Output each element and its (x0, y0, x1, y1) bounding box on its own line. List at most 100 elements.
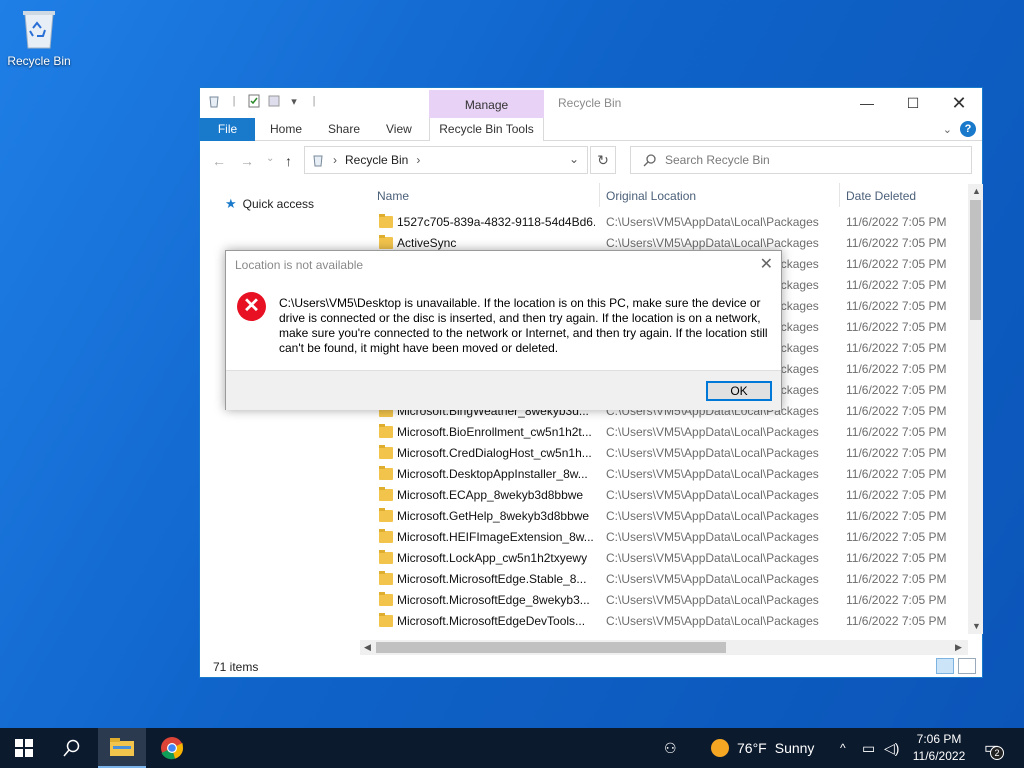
ribbon-right: ⌄ ? (943, 121, 976, 137)
table-row[interactable]: Microsoft.MicrosoftEdge_8wekyb3... C:\Use… (370, 590, 970, 611)
search-icon (643, 154, 656, 167)
horizontal-scrollbar[interactable]: ◀ ▶ (360, 640, 968, 655)
nav-quick-access[interactable]: ★ Quick access (225, 196, 314, 212)
properties-icon[interactable] (246, 93, 262, 109)
details-view-icon[interactable] (936, 658, 954, 674)
row-date: 11/6/2022 7:05 PM (846, 299, 947, 313)
folder-icon (379, 424, 393, 438)
row-name: Microsoft.LockApp_cw5n1h2txyewy (397, 551, 588, 565)
folder-icon (379, 214, 393, 228)
manage-context-tab[interactable]: Manage (429, 90, 544, 118)
minimize-icon[interactable]: — (844, 88, 890, 118)
forward-arrow-icon[interactable]: → (240, 153, 254, 169)
scroll-left-arrow[interactable]: ◀ (364, 642, 371, 653)
search-input[interactable]: Search Recycle Bin (630, 146, 972, 174)
windows-start-icon[interactable] (0, 728, 48, 768)
row-date: 11/6/2022 7:05 PM (846, 467, 947, 481)
table-row[interactable]: Microsoft.ECApp_8wekyb3d8bbwe C:\Users\VM… (370, 485, 970, 506)
error-icon: ✕ (237, 292, 266, 321)
row-name: Microsoft.DesktopAppInstaller_8w... (397, 467, 588, 481)
column-header-name[interactable]: Name (377, 183, 409, 209)
table-row[interactable]: Microsoft.LockApp_cw5n1h2txyewy C:\Users\… (370, 548, 970, 569)
column-header-date[interactable]: Date Deleted (846, 183, 916, 209)
new-folder-icon[interactable] (266, 93, 282, 109)
address-dropdown-icon[interactable]: ⌄ (569, 152, 579, 166)
address-bar[interactable]: › Recycle Bin › ⌄ (304, 146, 588, 174)
table-row[interactable]: Microsoft.BioEnrollment_cw5n1h2t... C:\Us… (370, 422, 970, 443)
row-location: C:\Users\VM5\AppData\Local\Packages (606, 446, 819, 460)
breadcrumb-recycle-bin[interactable]: Recycle Bin (345, 153, 408, 167)
table-row[interactable]: Microsoft.HEIFImageExtension_8w... C:\Use… (370, 527, 970, 548)
row-name: 1527c705-839a-4832-9118-54d4Bd6... (397, 215, 595, 229)
expand-ribbon-icon[interactable]: ⌄ (943, 123, 952, 136)
tab-home[interactable]: Home (270, 118, 302, 141)
tab-share[interactable]: Share (328, 118, 360, 141)
row-date: 11/6/2022 7:05 PM (846, 383, 947, 397)
folder-icon (379, 571, 393, 585)
weather-temp: 76°F (737, 740, 767, 756)
clock-time: 7:06 PM (916, 732, 962, 746)
table-row[interactable]: Microsoft.GetHelp_8wekyb3d8bbwe C:\Users\… (370, 506, 970, 527)
folder-icon (379, 235, 393, 249)
folder-icon (379, 550, 393, 564)
network-icon[interactable]: ▭ (862, 728, 875, 768)
up-arrow-icon[interactable]: ↑ (285, 153, 292, 169)
taskbar-clock[interactable]: 7:06 PM 11/6/2022 (904, 731, 974, 765)
row-date: 11/6/2022 7:05 PM (846, 404, 947, 418)
title-bar: | ▾ | Manage Recycle Bin — ☐ ✕ (200, 88, 982, 118)
column-header-location[interactable]: Original Location (606, 183, 696, 209)
volume-icon[interactable]: ◁) (884, 728, 899, 768)
help-icon[interactable]: ? (960, 121, 976, 137)
ok-button[interactable]: OK (706, 381, 772, 401)
column-separator[interactable] (839, 183, 840, 207)
search-icon[interactable] (48, 728, 96, 768)
close-icon[interactable]: ✕ (760, 254, 773, 274)
notification-icon[interactable]: ▭ 2 (984, 738, 1004, 760)
vertical-scrollbar[interactable]: ▲ ▼ (968, 184, 983, 634)
table-row[interactable]: 1527c705-839a-4832-9118-54d4Bd6... C:\Use… (370, 212, 970, 233)
customize-qat-icon[interactable]: ▾ (286, 93, 302, 109)
folder-icon (379, 466, 393, 480)
people-icon[interactable]: ⚇ (664, 728, 677, 768)
back-arrow-icon[interactable]: ← (212, 153, 226, 169)
weather-widget[interactable]: 76°F Sunny (711, 728, 814, 768)
large-icons-view-icon[interactable] (958, 658, 976, 674)
table-row[interactable]: Microsoft.DesktopAppInstaller_8w... C:\Us… (370, 464, 970, 485)
star-icon: ★ (225, 196, 237, 211)
dialog-footer: OK (226, 370, 781, 410)
table-row[interactable]: Microsoft.CredDialogHost_cw5n1h... C:\Use… (370, 443, 970, 464)
scroll-up-arrow[interactable]: ▲ (972, 186, 981, 196)
row-name: Microsoft.CredDialogHost_cw5n1h... (397, 446, 592, 460)
scroll-down-arrow[interactable]: ▼ (972, 621, 981, 631)
row-date: 11/6/2022 7:05 PM (846, 320, 947, 334)
desktop-recycle-bin-label: Recycle Bin (7, 54, 71, 68)
tab-file[interactable]: File (200, 118, 255, 141)
row-name: Microsoft.BioEnrollment_cw5n1h2t... (397, 425, 592, 439)
breadcrumb-separator: › (416, 153, 421, 167)
refresh-icon[interactable]: ↻ (590, 146, 616, 174)
maximize-icon[interactable]: ☐ (890, 88, 936, 118)
tab-recycle-bin-tools[interactable]: Recycle Bin Tools (429, 118, 544, 141)
show-hidden-icons-icon[interactable]: ^ (840, 728, 846, 768)
tab-view[interactable]: View (386, 118, 412, 141)
navigation-bar: ← → ⌄ ↑ › Recycle Bin › ⌄ ↻ Search Recyc… (200, 146, 982, 178)
file-explorer-icon[interactable] (98, 728, 146, 768)
vertical-scroll-thumb[interactable] (970, 200, 981, 320)
row-date: 11/6/2022 7:05 PM (846, 341, 947, 355)
close-icon[interactable]: ✕ (936, 88, 982, 118)
row-date: 11/6/2022 7:05 PM (846, 488, 947, 502)
table-row[interactable]: Microsoft.MicrosoftEdge.Stable_8... C:\Us… (370, 569, 970, 590)
row-date: 11/6/2022 7:05 PM (846, 236, 947, 250)
chrome-icon[interactable] (148, 728, 196, 768)
scroll-right-arrow[interactable]: ▶ (955, 642, 962, 653)
desktop-recycle-bin[interactable]: Recycle Bin (4, 6, 74, 68)
row-date: 11/6/2022 7:05 PM (846, 278, 947, 292)
recent-locations-icon[interactable]: ⌄ (266, 153, 274, 164)
row-name: Microsoft.ECApp_8wekyb3d8bbwe (397, 488, 584, 502)
horizontal-scroll-thumb[interactable] (376, 642, 726, 653)
breadcrumb-separator: › (333, 153, 337, 167)
table-row[interactable]: Microsoft.MicrosoftEdgeDevTools... C:\Use… (370, 611, 970, 632)
column-separator[interactable] (599, 183, 600, 207)
row-location: C:\Users\VM5\AppData\Local\Packages (606, 488, 819, 502)
taskbar: ⚇ 76°F Sunny ^ ▭ ◁) 7:06 PM 11/6/2022 ▭ … (0, 728, 1024, 768)
